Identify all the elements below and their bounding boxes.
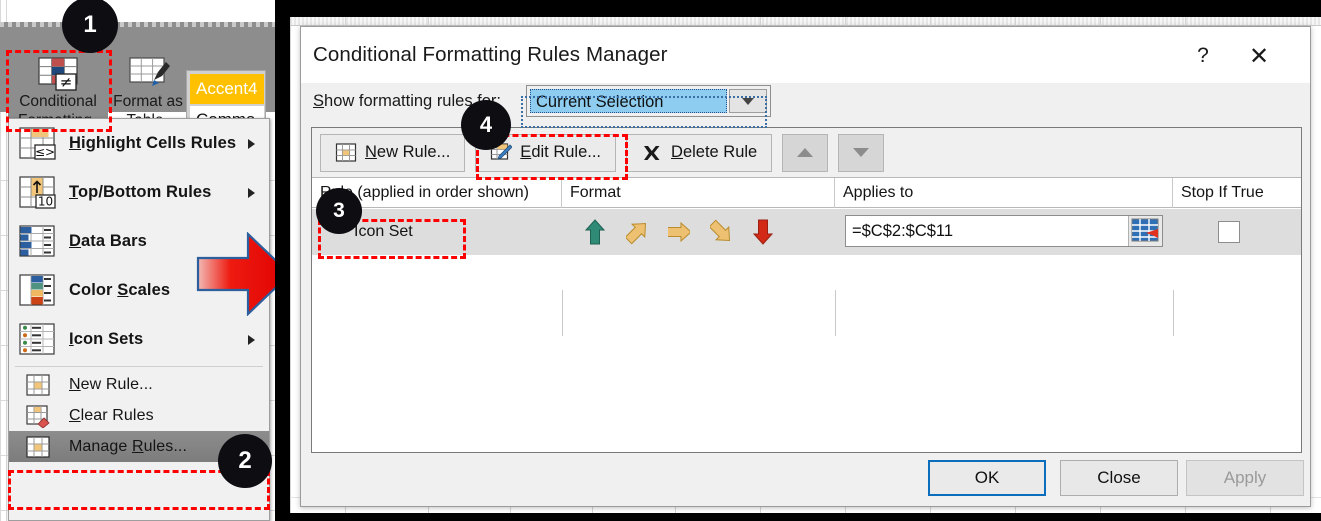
arrow-up-green-icon xyxy=(584,219,606,245)
rules-toolbar: New Rule... Edit Rule... Delete Rule xyxy=(312,128,1301,178)
manage-rules-icon xyxy=(17,434,59,460)
screenshot-root: ≠ Conditional Formatting▾ xyxy=(0,0,1321,521)
move-rule-up-button[interactable] xyxy=(782,133,829,172)
svg-text:≠: ≠ xyxy=(60,73,73,91)
arrow-up-icon xyxy=(797,148,814,157)
ribbon-styles-group: ≠ Conditional Formatting▾ xyxy=(0,22,275,136)
menu-label-icon-sets: Icon Sets xyxy=(69,330,144,348)
menu-divider xyxy=(15,366,263,367)
arrow-down-red-icon xyxy=(752,219,774,245)
step-badge-2: 2 xyxy=(219,435,271,487)
col-header-format: Format xyxy=(562,178,835,208)
step-badge-3: 3 xyxy=(317,189,361,233)
dialog-title: Conditional Formatting Rules Manager xyxy=(313,43,668,66)
table-row[interactable]: Icon Set =$C$2:$C$11 xyxy=(312,209,1301,336)
annotation-box-current-selection xyxy=(521,96,767,128)
cell-style-accent4[interactable]: Accent4 xyxy=(190,74,264,104)
menu-label-clear-rules: Clear Rules xyxy=(69,406,154,424)
menu-item-top-bottom-rules[interactable]: 10 Top/Bottom Rules xyxy=(9,168,269,217)
col-header-stop-if-true: Stop If True xyxy=(1181,184,1264,201)
menu-item-highlight-cells-rules[interactable]: ≤> Highlight Cells Rules xyxy=(9,119,269,168)
menu-label-top-bottom-rules: Top/Bottom Rules xyxy=(69,183,212,201)
conditional-formatting-rules-manager-dialog: Conditional Formatting Rules Manager ? ✕… xyxy=(300,26,1311,507)
conditional-formatting-icon: ≠ xyxy=(36,56,82,92)
new-rule-button[interactable]: New Rule... xyxy=(320,133,466,172)
edit-rule-label: Edit Rule... xyxy=(520,143,602,161)
apply-button: Apply xyxy=(1186,460,1304,496)
dialog-title-bar: Conditional Formatting Rules Manager ? ✕ xyxy=(301,27,1310,83)
arrow-down-right-yellow-icon xyxy=(710,219,731,242)
new-rule-icon xyxy=(335,142,357,164)
menu-item-new-rule[interactable]: New Rule... xyxy=(9,369,269,400)
arrow-right-yellow-icon xyxy=(668,221,690,243)
svg-text:≤>: ≤> xyxy=(35,145,55,159)
top-bottom-rules-icon: 10 xyxy=(17,173,59,213)
close-icon[interactable]: ✕ xyxy=(1238,39,1280,73)
menu-item-clear-rules[interactable]: Clear Rules xyxy=(9,400,269,431)
new-rule-icon xyxy=(17,372,59,398)
arrow-up-right-yellow-icon xyxy=(626,222,647,245)
move-rule-down-button[interactable] xyxy=(838,133,885,172)
pointer-arrow-icon xyxy=(196,231,275,317)
delete-rule-label: Delete Rule xyxy=(671,143,758,161)
svg-text:10: 10 xyxy=(38,194,53,208)
new-rule-label: New Rule... xyxy=(365,143,451,161)
fat-label-line1: Format as xyxy=(113,93,183,110)
show-rules-row: Show formatting rules for: Current Selec… xyxy=(301,83,1310,123)
submenu-chevron-icon xyxy=(248,138,255,149)
menu-label-new-rule: New Rule... xyxy=(69,375,153,393)
ok-button[interactable]: OK xyxy=(928,460,1046,496)
applies-to-input[interactable]: =$C$2:$C$11 xyxy=(845,215,1163,247)
menu-item-icon-sets[interactable]: Icon Sets xyxy=(9,315,269,364)
cf-label-line1: Conditional xyxy=(19,93,97,110)
applies-to-value[interactable]: =$C$2:$C$11 xyxy=(846,222,1128,241)
conditional-formatting-button[interactable]: ≠ Conditional Formatting▾ xyxy=(8,54,108,129)
dialog-footer: OK Close Apply xyxy=(301,454,1310,506)
pane-gap xyxy=(275,0,290,521)
top-black-band xyxy=(290,0,1321,17)
step-badge-1: 1 xyxy=(63,0,117,52)
delete-x-icon xyxy=(641,142,663,164)
bottom-black-band xyxy=(290,513,1321,521)
range-selector-icon[interactable] xyxy=(1128,216,1162,246)
rules-list-panel: New Rule... Edit Rule... Delete Rule Rul… xyxy=(311,127,1302,453)
delete-rule-button[interactable]: Delete Rule xyxy=(626,133,773,172)
ribbon-top-edge xyxy=(0,22,275,27)
close-button[interactable]: Close xyxy=(1060,460,1178,496)
submenu-chevron-icon xyxy=(248,334,255,345)
col-header-applies-to: Applies to xyxy=(835,178,1173,208)
highlight-cells-rules-icon: ≤> xyxy=(17,124,59,164)
step-badge-4: 4 xyxy=(462,101,510,149)
format-as-table-button[interactable]: Format as Table▾ xyxy=(112,54,184,129)
color-scales-icon xyxy=(17,271,59,311)
data-bars-icon xyxy=(17,222,59,262)
submenu-chevron-icon xyxy=(248,187,255,198)
stop-if-true-checkbox[interactable] xyxy=(1218,221,1240,243)
menu-label-manage-rules: Manage Rules... xyxy=(69,437,188,455)
menu-label-data-bars: Data Bars xyxy=(69,232,147,250)
format-as-table-icon xyxy=(128,56,172,92)
arrow-down-icon xyxy=(853,148,870,157)
icon-sets-icon xyxy=(17,320,59,360)
help-icon[interactable]: ? xyxy=(1182,39,1224,73)
column-headers-strip xyxy=(290,17,1321,26)
menu-label-highlight-cells-rules: Highlight Cells Rules xyxy=(69,134,237,152)
clear-rules-icon xyxy=(17,403,59,429)
format-preview-cell xyxy=(572,214,822,250)
rules-table-header: Rule (applied in order shown) Format App… xyxy=(312,178,1301,208)
menu-label-color-scales: Color Scales xyxy=(69,281,171,299)
